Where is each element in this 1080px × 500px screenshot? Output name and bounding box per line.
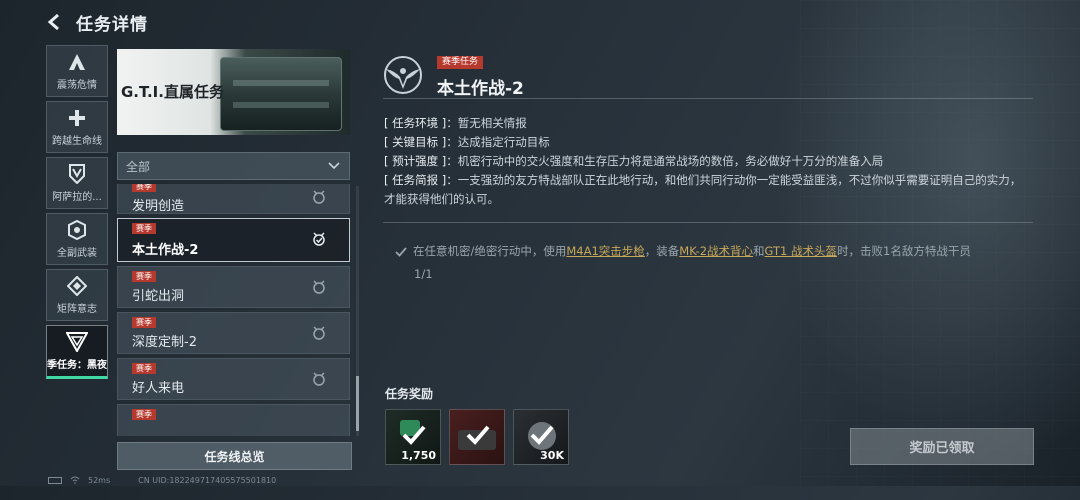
triangle-badge-icon <box>66 331 88 352</box>
banner-title: G.T.I.直属任务 <box>121 83 224 101</box>
target-check-icon <box>313 232 325 246</box>
rail-item-zhendang[interactable]: 震荡危情 <box>46 45 108 97</box>
mission-name: 深度定制-2 <box>132 335 197 350</box>
rail-item-kuayue[interactable]: 跨越生命线 <box>46 101 108 153</box>
claimed-check-icon <box>466 425 490 445</box>
mission-item-selected[interactable]: 赛季 本土作战-2 <box>117 218 350 262</box>
objective-part: 时，击败1名敌方特战干员 <box>837 244 971 258</box>
claimed-check-icon <box>530 425 554 445</box>
latency-text: 52ms <box>88 475 111 485</box>
season-tag: 赛季 <box>132 409 156 420</box>
scroll-thumb[interactable] <box>356 376 359 431</box>
weapon-link[interactable]: M4A1突击步枪 <box>566 244 644 258</box>
page-title: 任务详情 <box>76 14 148 35</box>
rewards-label: 任务奖励 <box>385 387 434 401</box>
intensity-value: ：机密行动中的交火强度和生存压力将是通常战场的数倍，务必做好十万分的准备入局 <box>446 154 884 168</box>
rail-item-label: 震荡危情 <box>57 79 97 91</box>
env-key: [ 任务环境 ] <box>384 116 447 130</box>
season-mission-tag: 赛季任务 <box>437 56 484 69</box>
rail-item-label: 全副武装 <box>57 247 97 259</box>
mission-item[interactable]: 赛季 好人来电 <box>117 358 350 400</box>
rail-item-label: 阿萨拉的... <box>52 191 102 203</box>
target-icon <box>313 190 325 204</box>
season-tag: 赛季 <box>132 271 156 282</box>
a-logo-icon <box>66 52 88 72</box>
reward-item[interactable]: 30K <box>513 409 569 465</box>
rail-item-juzhen[interactable]: 矩阵意志 <box>46 269 108 321</box>
objective-part: ，装备 <box>644 244 680 258</box>
objective-text: 在任意机密/绝密行动中，使用M4A1突击步枪，装备MK-2战术背心和GT1 战术… <box>413 242 971 261</box>
mission-list: 赛季 发明创造 赛季 本土作战-2 赛季 引蛇出洞 赛季 深度定制-2 赛季 好… <box>117 184 350 436</box>
shield-v-icon <box>66 163 88 184</box>
target-icon <box>313 372 325 386</box>
rail-item-label: 矩阵意志 <box>57 303 97 315</box>
intensity-key: [ 预计强度 ] <box>384 154 447 168</box>
rewards-list: 1,750 30K <box>385 409 569 465</box>
chevron-down-icon <box>328 162 340 170</box>
eagle-emblem-icon <box>384 56 422 94</box>
brief-value: ：一支强劲的友方特战部队正在此地行动，和他们共同行动你一定能受益匪浅，不过你似乎… <box>384 173 1022 206</box>
helmet-link[interactable]: GT1 战术头盔 <box>765 244 838 258</box>
objective-part: 和 <box>753 244 765 258</box>
hex-badge-icon <box>66 219 88 240</box>
rail-item-season-night[interactable]: 季任务：黑夜 <box>46 325 108 379</box>
season-tag: 赛季 <box>132 184 156 192</box>
reward-count: 1,750 <box>401 449 436 462</box>
reward-item[interactable] <box>449 409 505 465</box>
mission-item[interactable]: 赛季 <box>117 404 350 436</box>
header: 任务详情 <box>44 8 148 36</box>
mission-name: 发明创造 <box>132 199 185 214</box>
vest-link[interactable]: MK-2战术背心 <box>679 244 753 258</box>
mission-name: 本土作战-2 <box>132 243 199 258</box>
rail-item-label: 跨越生命线 <box>52 135 102 147</box>
diamond-icon <box>66 275 88 296</box>
battery-icon <box>48 476 62 484</box>
reward-claimed-button[interactable]: 奖励已领取 <box>850 428 1034 465</box>
mission-name: 好人来电 <box>132 381 185 396</box>
brief-key: [ 任务简报 ] <box>384 173 447 187</box>
status-bar: 52ms CN UID:18224971740557550181​0 <box>48 474 276 486</box>
divider <box>383 222 1033 223</box>
env-value: ：暂无相关情报 <box>446 116 527 130</box>
mission-info: [ 任务环境 ]：暂无相关情报 [ 关键目标 ]：达成指定行动目标 [ 预计强度… <box>384 114 1024 209</box>
season-tag: 赛季 <box>132 223 156 234</box>
mission-item[interactable]: 赛季 发明创造 <box>117 184 350 214</box>
divider <box>383 98 1033 99</box>
uid-text: CN UID:18224971740557550181​0 <box>138 475 277 485</box>
mission-objective: 在任意机密/绝密行动中，使用M4A1突击步枪，装备MK-2战术背心和GT1 战术… <box>395 242 1025 284</box>
category-rail: 震荡危情 跨越生命线 阿萨拉的... 全副武装 矩阵意志 季任务：黑夜 <box>46 45 108 383</box>
mission-list-scrollbar[interactable] <box>356 186 359 436</box>
reward-item[interactable]: 1,750 <box>385 409 441 465</box>
objective-part: 在任意机密/绝密行动中，使用 <box>413 244 567 258</box>
mission-line-banner[interactable]: G.T.I.直属任务 <box>117 49 350 135</box>
mission-name: 引蛇出洞 <box>132 289 185 304</box>
rail-item-asala[interactable]: 阿萨拉的... <box>46 157 108 209</box>
objective-progress: 1/1 <box>414 267 433 281</box>
target-icon <box>313 280 325 294</box>
reward-count: 30K <box>540 449 564 462</box>
mission-filter-dropdown[interactable]: 全部 <box>117 152 350 180</box>
target-icon <box>313 326 325 340</box>
season-tag: 赛季 <box>132 317 156 328</box>
season-tag: 赛季 <box>132 363 156 374</box>
back-arrow-icon[interactable] <box>44 11 66 33</box>
cross-icon <box>66 108 88 128</box>
crate-image <box>220 57 342 131</box>
rail-item-quanfu[interactable]: 全副武装 <box>46 213 108 265</box>
filter-label: 全部 <box>126 159 151 174</box>
target-key: [ 关键目标 ] <box>384 135 447 149</box>
check-icon <box>395 247 407 257</box>
mission-item[interactable]: 赛季 引蛇出洞 <box>117 266 350 308</box>
mission-item[interactable]: 赛季 深度定制-2 <box>117 312 350 354</box>
wifi-icon <box>70 476 80 484</box>
claimed-check-icon <box>402 425 426 445</box>
mission-title: 本土作战-2 <box>437 79 524 99</box>
rail-item-label: 季任务：黑夜 <box>47 359 107 371</box>
target-value: ：达成指定行动目标 <box>446 135 550 149</box>
mission-line-overview-button[interactable]: 任务线总览 <box>117 442 352 470</box>
